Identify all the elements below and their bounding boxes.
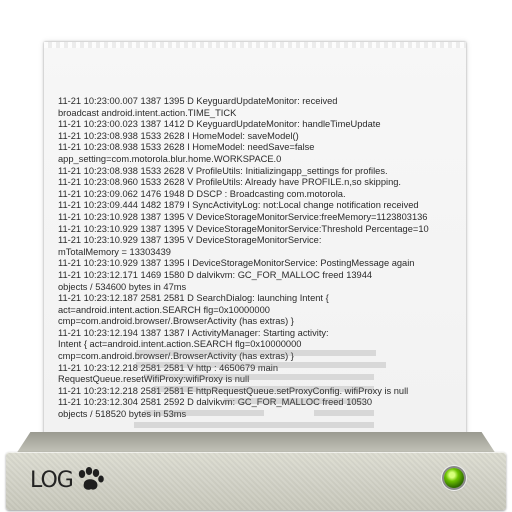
log-line: 11-21 10:23:12.194 1387 1387 I ActivityM… <box>58 327 329 338</box>
log-line: mTotalMemory = 13303439 <box>58 246 171 257</box>
log-line: 11-21 10:23:10.929 1387 1395 I DeviceSto… <box>58 258 415 269</box>
log-line: 11-21 10:23:08.938 1533 2628 V ProfileUt… <box>58 165 388 176</box>
log-line: objects / 534600 bytes in 47ms <box>58 281 187 292</box>
log-logo: LOG <box>30 466 105 494</box>
log-line: cmp=com.android.browser/.BrowserActivity… <box>58 316 294 327</box>
log-line: 11-21 10:23:12.171 1469 1580 D dalvikvm:… <box>58 269 373 280</box>
paw-icon <box>78 467 104 490</box>
log-line: app_setting=com.motorola.blur.home.WORKS… <box>58 153 282 164</box>
log-line: 11-21 10:23:12.218 2581 2581 V http : 46… <box>58 362 279 373</box>
log-line: objects / 518520 bytes in 53ms <box>58 409 187 420</box>
log-line: 11-21 10:23:00.023 1387 1412 D KeyguardU… <box>58 119 381 130</box>
log-line: 11-21 10:23:12.218 2581 2581 E httpReque… <box>58 385 409 396</box>
log-line: 11-21 10:23:10.928 1387 1395 V DeviceSto… <box>58 211 428 222</box>
log-line: 11-21 10:23:10.929 1387 1395 V DeviceSto… <box>58 223 429 234</box>
log-line: broadcast android.intent.action.TIME_TIC… <box>58 107 237 118</box>
log-line: 11-21 10:23:09.444 1482 1879 I SyncActiv… <box>58 200 419 211</box>
log-output: 11-21 10:23:00.007 1387 1395 D KeyguardU… <box>58 96 458 421</box>
device-top-surface <box>16 432 496 454</box>
log-line: RequestQueue.resetWifiProxy:wifiProxy is… <box>58 374 250 385</box>
log-line: act=android.intent.action.SEARCH flg=0x1… <box>58 304 270 315</box>
log-line: Intent { act=android.intent.action.SEARC… <box>58 339 302 350</box>
log-device-base: LOG <box>6 432 506 512</box>
green-led-icon <box>444 468 464 488</box>
log-line: 11-21 10:23:08.938 1533 2628 I HomeModel… <box>58 130 299 141</box>
log-line: 11-21 10:23:12.187 2581 2581 D SearchDia… <box>58 293 329 304</box>
log-line: 11-21 10:23:08.960 1533 2628 V ProfileUt… <box>58 177 401 188</box>
log-line: 11-21 10:23:09.062 1476 1948 D DSCP : Br… <box>58 188 346 199</box>
logo-text: LOG <box>30 467 74 493</box>
log-line: 11-21 10:23:12.304 2581 2592 D dalvikvm:… <box>58 397 373 408</box>
log-line: cmp=com.android.browser/.BrowserActivity… <box>58 351 294 362</box>
log-line: 11-21 10:23:00.007 1387 1395 D KeyguardU… <box>58 96 338 106</box>
log-line: 11-21 10:23:10.929 1387 1395 V DeviceSto… <box>58 235 322 246</box>
log-line: 11-21 10:23:08.938 1533 2628 I HomeModel… <box>58 142 315 153</box>
